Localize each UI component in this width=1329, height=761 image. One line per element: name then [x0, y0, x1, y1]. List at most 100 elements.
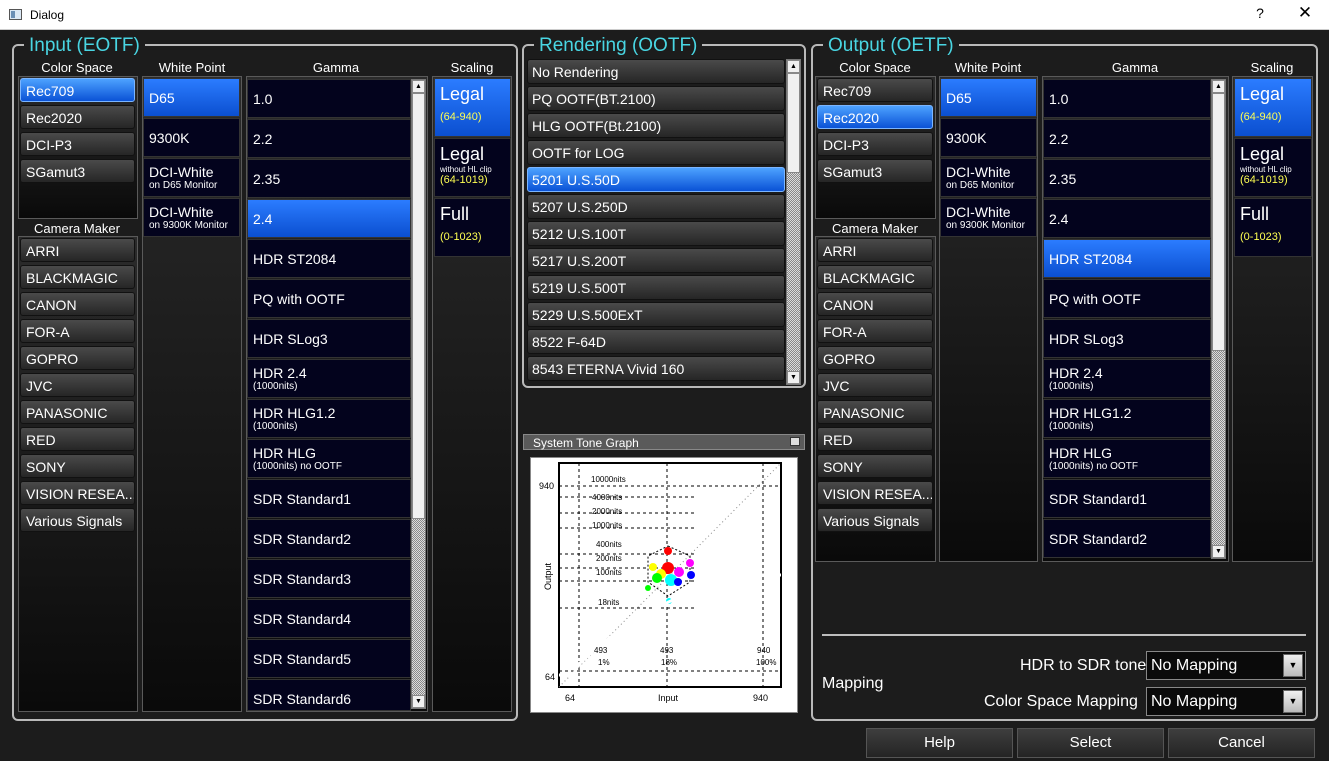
input-gamma-scrollbar[interactable]: ▲ ▼ [411, 79, 426, 709]
output-white-point-item[interactable]: 9300K [940, 118, 1037, 157]
output-camera-maker-item[interactable]: VISION RESEA... [817, 481, 933, 505]
input-camera-maker-item[interactable]: BLACKMAGIC [20, 265, 135, 289]
output-gamma-item[interactable]: HDR HLG1.2 (1000nits) [1043, 399, 1211, 438]
output-gamma-item[interactable]: HDR HLG (1000nits) no OOTF [1043, 439, 1211, 478]
output-camera-maker-item[interactable]: Various Signals [817, 508, 933, 532]
output-scaling-item[interactable]: Legal (64-940) [1234, 78, 1312, 137]
rendering-item[interactable]: No Rendering [527, 59, 785, 84]
output-color-space-item[interactable]: DCI-P3 [817, 132, 933, 156]
output-gamma-item[interactable]: HDR ST2084 [1043, 239, 1211, 278]
output-color-space-item[interactable]: Rec2020 [817, 105, 933, 129]
output-white-point-item[interactable]: DCI-White on 9300K Monitor [940, 198, 1037, 237]
input-camera-maker-item[interactable]: Various Signals [20, 508, 135, 532]
rendering-item[interactable]: 8522 F-64D [527, 329, 785, 354]
input-color-space-item[interactable]: SGamut3 [20, 159, 135, 183]
output-gamma-item[interactable]: 2.35 [1043, 159, 1211, 198]
rendering-item[interactable]: 5207 U.S.250D [527, 194, 785, 219]
rendering-item[interactable]: HLG OOTF(Bt.2100) [527, 113, 785, 138]
scroll-down-icon[interactable]: ▼ [787, 371, 800, 384]
input-scaling-item[interactable]: Legal (64-940) [434, 78, 511, 137]
rendering-item[interactable]: 5201 U.S.50D [527, 167, 785, 192]
output-camera-maker-item[interactable]: JVC [817, 373, 933, 397]
cancel-button[interactable]: Cancel [1168, 728, 1315, 758]
input-white-point-item[interactable]: DCI-White on 9300K Monitor [143, 198, 240, 237]
input-gamma-item[interactable]: SDR Standard2 [247, 519, 411, 558]
input-white-point-item[interactable]: D65 [143, 78, 240, 117]
rendering-scrollbar[interactable]: ▲ ▼ [786, 59, 801, 385]
output-gamma-item[interactable]: SDR Standard2 [1043, 519, 1211, 558]
input-scaling-item[interactable]: Full (0-1023) [434, 198, 511, 257]
output-color-space-item[interactable]: Rec709 [817, 78, 933, 102]
output-scaling-item[interactable]: Legal without HL clip (64-1019) [1234, 138, 1312, 197]
chevron-down-icon[interactable]: ▼ [1283, 654, 1303, 677]
input-color-space-item[interactable]: DCI-P3 [20, 132, 135, 156]
scroll-up-icon[interactable]: ▲ [787, 60, 800, 73]
output-camera-maker-item[interactable]: BLACKMAGIC [817, 265, 933, 289]
input-camera-maker-item[interactable]: FOR-A [20, 319, 135, 343]
scroll-down-icon[interactable]: ▼ [412, 695, 425, 708]
input-gamma-item[interactable]: SDR Standard3 [247, 559, 411, 598]
scroll-up-icon[interactable]: ▲ [412, 80, 425, 93]
input-gamma-item[interactable]: HDR HLG1.2 (1000nits) [247, 399, 411, 438]
input-camera-maker-item[interactable]: RED [20, 427, 135, 451]
hdr-to-sdr-select[interactable]: No Mapping ▼ [1146, 651, 1306, 680]
input-camera-maker-item[interactable]: PANASONIC [20, 400, 135, 424]
output-gamma-item[interactable]: 2.4 [1043, 199, 1211, 238]
scroll-thumb[interactable] [412, 93, 425, 519]
chevron-down-icon[interactable]: ▼ [1283, 690, 1303, 713]
output-gamma-item[interactable]: PQ with OOTF [1043, 279, 1211, 318]
rendering-item[interactable]: 5212 U.S.100T [527, 221, 785, 246]
rendering-item[interactable]: PQ OOTF(BT.2100) [527, 86, 785, 111]
input-gamma-item[interactable]: 2.2 [247, 119, 411, 158]
input-camera-maker-item[interactable]: SONY [20, 454, 135, 478]
input-gamma-item[interactable]: HDR ST2084 [247, 239, 411, 278]
output-gamma-item[interactable]: HDR 2.4 (1000nits) [1043, 359, 1211, 398]
output-gamma-item[interactable]: SDR Standard1 [1043, 479, 1211, 518]
output-gamma-item[interactable]: 1.0 [1043, 79, 1211, 118]
input-gamma-item[interactable]: HDR HLG (1000nits) no OOTF [247, 439, 411, 478]
input-gamma-item[interactable]: PQ with OOTF [247, 279, 411, 318]
output-gamma-item[interactable]: 2.2 [1043, 119, 1211, 158]
float-icon[interactable] [790, 437, 800, 446]
input-color-space-item[interactable]: Rec709 [20, 78, 135, 102]
input-color-space-item[interactable]: Rec2020 [20, 105, 135, 129]
output-camera-maker-item[interactable]: CANON [817, 292, 933, 316]
input-gamma-item[interactable]: 2.4 [247, 199, 411, 238]
help-button[interactable]: Help [866, 728, 1013, 758]
input-gamma-item[interactable]: SDR Standard1 [247, 479, 411, 518]
rendering-item[interactable]: 8543 ETERNA Vivid 160 [527, 356, 785, 381]
output-color-space-item[interactable]: SGamut3 [817, 159, 933, 183]
input-camera-maker-item[interactable]: GOPRO [20, 346, 135, 370]
input-gamma-item[interactable]: SDR Standard6 [247, 679, 411, 711]
input-camera-maker-item[interactable]: VISION RESEA... [20, 481, 135, 505]
output-scaling-item[interactable]: Full (0-1023) [1234, 198, 1312, 257]
output-camera-maker-item[interactable]: SONY [817, 454, 933, 478]
help-icon[interactable]: ? [1250, 5, 1270, 21]
input-camera-maker-item[interactable]: ARRI [20, 238, 135, 262]
rendering-item[interactable]: OOTF for LOG [527, 140, 785, 165]
input-camera-maker-item[interactable]: JVC [20, 373, 135, 397]
input-gamma-item[interactable]: HDR SLog3 [247, 319, 411, 358]
output-white-point-item[interactable]: D65 [940, 78, 1037, 117]
output-camera-maker-item[interactable]: ARRI [817, 238, 933, 262]
output-camera-maker-item[interactable]: GOPRO [817, 346, 933, 370]
input-scaling-item[interactable]: Legal without HL clip (64-1019) [434, 138, 511, 197]
input-white-point-item[interactable]: 9300K [143, 118, 240, 157]
output-camera-maker-item[interactable]: PANASONIC [817, 400, 933, 424]
input-camera-maker-item[interactable]: CANON [20, 292, 135, 316]
select-button[interactable]: Select [1017, 728, 1164, 758]
scroll-down-icon[interactable]: ▼ [1212, 545, 1225, 558]
input-gamma-item[interactable]: SDR Standard5 [247, 639, 411, 678]
input-gamma-item[interactable]: 2.35 [247, 159, 411, 198]
scroll-thumb[interactable] [787, 73, 800, 173]
close-icon[interactable]: ✕ [1292, 3, 1318, 23]
output-white-point-item[interactable]: DCI-White on D65 Monitor [940, 158, 1037, 197]
output-gamma-scrollbar[interactable]: ▲ ▼ [1211, 79, 1226, 559]
scroll-thumb[interactable] [1212, 93, 1225, 351]
output-camera-maker-item[interactable]: FOR-A [817, 319, 933, 343]
input-gamma-item[interactable]: 1.0 [247, 79, 411, 118]
input-white-point-item[interactable]: DCI-White on D65 Monitor [143, 158, 240, 197]
rendering-item[interactable]: 5229 U.S.500ExT [527, 302, 785, 327]
color-space-mapping-select[interactable]: No Mapping ▼ [1146, 687, 1306, 716]
output-gamma-item[interactable]: HDR SLog3 [1043, 319, 1211, 358]
